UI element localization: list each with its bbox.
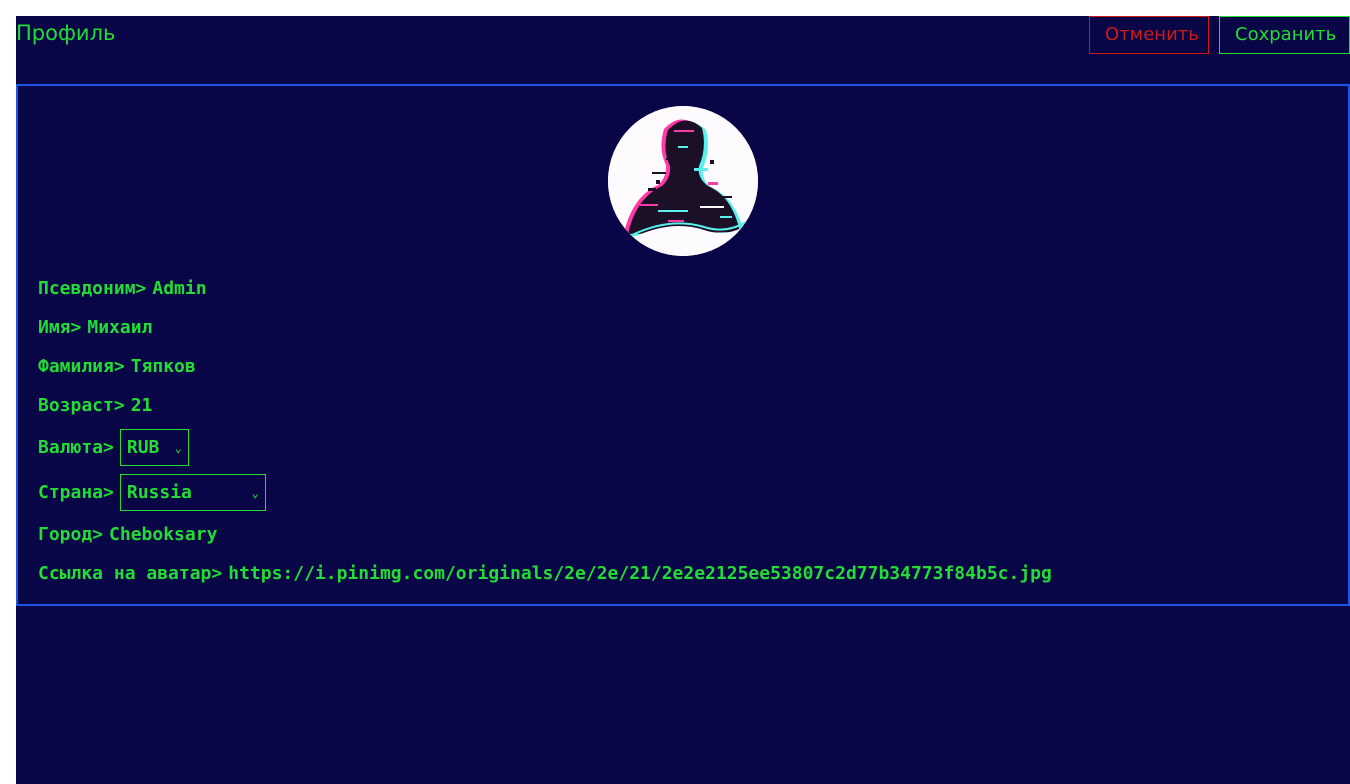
field-last-name: Фамилия> Тяпков	[38, 347, 1328, 386]
field-nickname: Псевдоним> Admin	[38, 269, 1328, 308]
field-label: Возраст>	[38, 395, 125, 416]
country-select[interactable]: Russia ⌄	[119, 474, 266, 511]
field-label: Фамилия>	[38, 356, 125, 377]
field-label: Имя>	[38, 317, 82, 338]
field-currency: Валюта> RUB ⌄	[38, 425, 1328, 470]
chevron-down-icon: ⌄	[174, 440, 182, 455]
last-name-value[interactable]: Тяпков	[131, 356, 196, 377]
field-label: Валюта>	[38, 437, 114, 458]
profile-page: Профиль Отменить Сохранить Псевдоним> Ad…	[16, 16, 1350, 784]
profile-fields: Псевдоним> Admin Имя> Михаил Фамилия> Тя…	[38, 269, 1328, 593]
country-selected-value: Russia	[126, 482, 192, 503]
chevron-down-icon: ⌄	[251, 485, 259, 500]
save-button[interactable]: Сохранить	[1219, 16, 1350, 54]
header-actions: Отменить Сохранить	[1089, 16, 1350, 54]
avatar-url-value[interactable]: https://i.pinimg.com/originals/2e/2e/21/…	[228, 563, 1052, 584]
nickname-value[interactable]: Admin	[152, 278, 206, 299]
city-value[interactable]: Cheboksary	[109, 524, 217, 545]
field-label: Город>	[38, 524, 104, 545]
avatar	[608, 106, 758, 256]
field-age: Возраст> 21	[38, 386, 1328, 425]
glitch-silhouette-avatar-icon	[608, 106, 758, 256]
field-avatar-url: Ссылка на аватар> https://i.pinimg.com/o…	[38, 554, 1328, 593]
page-title: Профиль	[16, 21, 116, 45]
age-value[interactable]: 21	[131, 395, 153, 416]
currency-selected-value: RUB	[126, 437, 160, 458]
field-country: Страна> Russia ⌄	[38, 470, 1328, 515]
profile-card: Псевдоним> Admin Имя> Михаил Фамилия> Тя…	[16, 84, 1350, 606]
field-label: Псевдоним>	[38, 278, 147, 299]
cancel-button[interactable]: Отменить	[1089, 16, 1209, 54]
field-label: Ссылка на аватар>	[38, 563, 223, 584]
field-city: Город> Cheboksary	[38, 515, 1328, 554]
currency-select[interactable]: RUB ⌄	[119, 429, 189, 466]
field-label: Страна>	[38, 482, 114, 503]
first-name-value[interactable]: Михаил	[87, 317, 152, 338]
field-first-name: Имя> Михаил	[38, 308, 1328, 347]
